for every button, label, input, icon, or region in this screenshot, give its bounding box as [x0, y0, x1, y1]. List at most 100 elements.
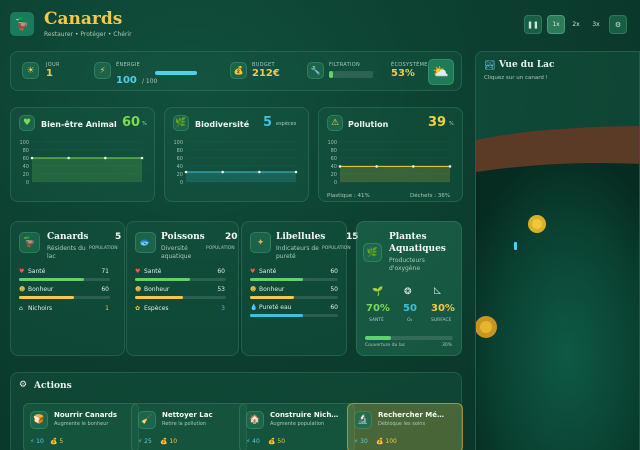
duck-logo-icon: 🦆 [10, 12, 34, 36]
action-title: Construire Nich… [270, 411, 339, 419]
fish-desc: Diversité aquatique [161, 245, 192, 260]
ducks-health-bar [19, 278, 110, 281]
plants-oxygen-label: O₂ [407, 318, 413, 323]
sun-icon: ☀ [22, 62, 39, 79]
dragonflies-happy-fill [250, 296, 294, 299]
dragonflies-desc: Indicateurs de pureté [276, 245, 319, 260]
action-desc: Augmente le bonheur [54, 421, 109, 427]
plants-coverage-value: 30% [442, 343, 453, 348]
dragonflies-happy-label: Bonheur [259, 286, 285, 293]
duck-sprite[interactable] [528, 215, 546, 233]
pause-button[interactable]: ❚❚ [524, 15, 542, 34]
plants-surface-value: 30% [431, 303, 455, 314]
ducks-happy-label: Bonheur [28, 286, 54, 293]
pause-icon: ❚❚ [527, 20, 539, 29]
energy-bar-fill [155, 71, 197, 75]
action-desc: Augmente population [270, 421, 325, 427]
series-area [340, 166, 450, 182]
welfare-value: 60 [122, 115, 141, 130]
plants-coverage-label: Couverture du lac [365, 343, 406, 348]
plants-coverage-fill [365, 336, 392, 340]
biodiversity-title: Biodiversité [195, 120, 250, 129]
settings-button[interactable]: ⚙ [609, 15, 627, 34]
y-tick-label: 20 [23, 172, 29, 178]
fish-count: 20 [225, 232, 238, 242]
action-energy: ⚡ 30 [354, 438, 368, 445]
welfare-title: Bien-être Animal [41, 120, 117, 129]
y-tick-label: 40 [177, 164, 183, 170]
budget-stat: BUDGET 212€ [252, 62, 280, 79]
fish-health-label: Santé [144, 268, 162, 275]
ducks-count: 5 [115, 232, 122, 242]
y-tick-label: 0 [334, 180, 337, 186]
warning-icon: ⚠ [327, 115, 343, 131]
action-feed-ducks[interactable]: 🍞 Nourrir Canards Augmente le bonheur ⚡ … [23, 403, 139, 450]
fish-happy-bar [135, 296, 226, 299]
data-point [338, 165, 342, 168]
house-icon: 🏠 [246, 411, 264, 429]
lightning-icon: ⚡ [94, 62, 111, 79]
fish-happy-label: Bonheur [144, 286, 170, 293]
action-energy: ⚡ 40 [246, 438, 260, 445]
data-point [67, 156, 70, 160]
wrench-icon: 🔧 [307, 62, 324, 79]
biodiversity-chart: 100 80 60 40 20 0 [173, 140, 298, 186]
action-cost: 💰 5 [50, 438, 64, 445]
ducks-health-value: 71 [101, 268, 109, 275]
bubbles-icon: ❂ [404, 287, 412, 297]
plastic-label: Plastique : 41% [327, 193, 370, 199]
smile-icon: ☻ [135, 286, 142, 293]
wheat-icon: ✿ [135, 305, 141, 312]
duck-sprite[interactable] [476, 316, 497, 338]
ducks-health-label: Santé [28, 268, 46, 275]
speed-1x-button[interactable]: 1x [547, 15, 565, 34]
lake-icon: 🏞 [484, 61, 496, 71]
action-title: Nettoyer Lac [162, 411, 213, 419]
actions-title: Actions [34, 381, 72, 391]
action-desc: Débloque les soins [378, 421, 426, 427]
pollution-value: 39 [428, 115, 447, 130]
dragonflies-health-fill [250, 278, 303, 281]
dragonflies-happy-value: 50 [330, 286, 338, 293]
action-cost: 💰 100 [376, 438, 397, 445]
data-point [221, 170, 224, 174]
weather-icon: ⛅ [428, 59, 454, 85]
speed-3x-button[interactable]: 3x [587, 15, 605, 34]
ecosystem-stat: ÉCOSYSTÈME 53% [391, 62, 428, 79]
action-desc: Retire la pollution [162, 421, 207, 427]
y-tick-label: 20 [177, 172, 183, 178]
lake-view-panel: 🏞 Vue du Lac Cliquez sur un canard ! [475, 51, 640, 450]
droplet-icon: 💧 [250, 304, 258, 311]
dragonflies-health-bar [250, 278, 338, 281]
waste-label: Déchets : 36% [410, 193, 451, 199]
duck-icon: 🦆 [19, 232, 40, 253]
lake-scene[interactable] [476, 52, 640, 450]
settings-icon: ⚙ [614, 20, 622, 29]
fish-happy-fill [135, 296, 184, 299]
pollution-chart: 100 80 60 40 20 0 [327, 140, 452, 186]
speed-2x-button[interactable]: 2x [567, 15, 585, 34]
fish-health-value: 60 [217, 268, 225, 275]
fish-health-bar [135, 278, 226, 281]
welfare-unit: % [142, 121, 147, 127]
lake-title: Vue du Lac [499, 60, 555, 70]
dragonflies-health-label: Santé [259, 268, 277, 275]
y-tick-label: 0 [26, 180, 29, 186]
dragonflies-purity-bar [250, 314, 338, 317]
welfare-chart: 100 80 60 40 20 0 [19, 140, 144, 186]
sprout-icon: 🌱 [372, 287, 384, 297]
ducks-pop-label: POPULATION [89, 246, 118, 251]
data-point [375, 165, 378, 168]
dragonflies-purity-value: 60 [330, 304, 338, 311]
action-research[interactable]: 🔬 Rechercher Mé… Débloque les soins ⚡ 30… [347, 403, 463, 450]
action-build-nest[interactable]: 🏠 Construire Nich… Augmente population ⚡… [239, 403, 355, 450]
y-tick-label: 60 [331, 156, 337, 162]
action-energy: ⚡ 10 [30, 438, 44, 445]
pollution-title: Pollution [348, 120, 389, 129]
plants-coverage-bar [365, 336, 453, 340]
y-tick-label: 40 [331, 164, 337, 170]
action-clean-lake[interactable]: 🧹 Nettoyer Lac Retire la pollution ⚡ 25 … [131, 403, 247, 450]
gear-icon: ⚙ [19, 380, 28, 390]
triangle-ruler-icon: ◺ [434, 286, 441, 296]
data-point [30, 156, 34, 160]
